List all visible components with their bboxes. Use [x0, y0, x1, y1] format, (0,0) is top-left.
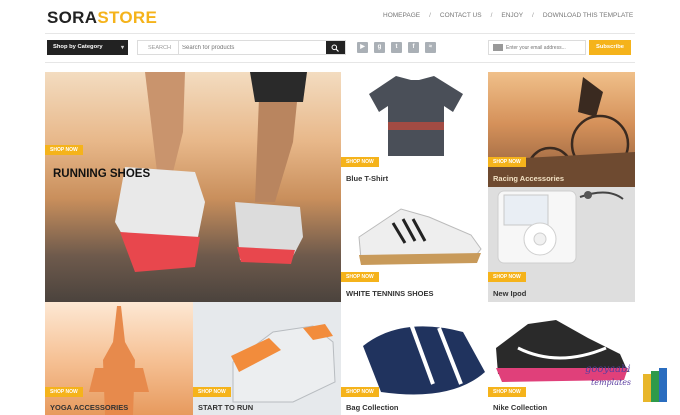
search-label: SEARCH [148, 45, 171, 51]
nav-enjoy[interactable]: ENJOY [501, 12, 523, 19]
tile-start-to-run[interactable]: SHOP NOW START TO RUN [193, 302, 341, 415]
cyclist-image [488, 77, 635, 187]
shop-now-badge[interactable]: SHOP NOW [341, 387, 379, 397]
tennis-shoe-image [358, 208, 482, 265]
shop-now-badge[interactable]: SHOP NOW [341, 157, 379, 167]
search-button[interactable] [326, 41, 345, 54]
nav-separator: / [490, 12, 493, 19]
tile-title: START TO RUN [198, 403, 254, 412]
running-shoes-image [115, 72, 307, 272]
subscribe-button[interactable]: Subscribe [589, 40, 631, 55]
tile-title: Nike Collection [493, 403, 548, 412]
tile-racing-accessories[interactable]: SHOP NOW Racing Accessories [488, 72, 635, 187]
tile-title: Blue T-Shirt [346, 174, 389, 183]
shop-now-badge[interactable]: SHOP NOW [488, 157, 526, 167]
nav-homepage[interactable]: HOMEPAGE [383, 12, 420, 19]
tshirt-image [369, 76, 463, 156]
nav-separator: / [429, 12, 431, 19]
nike-shoe-image [496, 320, 628, 382]
logo-part1: SORA [47, 8, 98, 27]
twitter-icon[interactable]: t [391, 42, 402, 53]
book-logo-icon [643, 368, 667, 402]
watermark-text: gooyaabi [585, 364, 631, 375]
rss-icon[interactable]: ≈ [425, 42, 436, 53]
shop-now-badge[interactable]: SHOP NOW [45, 145, 83, 155]
nav-download-template[interactable]: DOWNLOAD THIS TEMPLATE [543, 12, 633, 19]
facebook-icon[interactable]: f [408, 42, 419, 53]
nav-separator: / [532, 12, 534, 19]
tile-nike-collection[interactable]: SHOP NOW Nike Collection [488, 302, 635, 415]
page: SORASTORE HOMEPAGE / CONTACT US / ENJOY … [0, 0, 680, 415]
tile-new-ipod[interactable]: SHOP NOW New Ipod [488, 187, 635, 302]
chevron-down-icon: ▾ [120, 45, 124, 51]
tile-yoga-accessories[interactable]: SHOP NOW YOGA ACCESSORIES [45, 302, 193, 415]
category-dropdown[interactable]: Shop by Category ▾ [47, 40, 128, 55]
category-label: Shop by Category [53, 44, 103, 50]
youtube-icon[interactable]: ▶ [357, 42, 368, 53]
search-divider [178, 41, 179, 54]
tile-running-shoes[interactable]: SHOP NOW RUNNING SHOES [45, 72, 341, 302]
shop-now-badge[interactable]: SHOP NOW [193, 387, 231, 397]
google-plus-icon[interactable]: g [374, 42, 385, 53]
nav-contact-us[interactable]: CONTACT US [440, 12, 482, 19]
watermark-subtext: templates [591, 378, 632, 387]
logo-part2: STORE [97, 8, 158, 27]
envelope-icon [493, 44, 503, 51]
toolbar-divider [45, 62, 635, 63]
tile-title: RUNNING SHOES [53, 168, 151, 180]
newsletter-box [488, 40, 586, 55]
running-shoe-image [231, 324, 336, 403]
tile-title: Bag Collection [346, 403, 399, 412]
yoga-image [89, 306, 149, 415]
tile-title: WHITE TENNINS SHOES [346, 289, 434, 298]
duffel-bag-image [363, 312, 485, 395]
tile-title: Racing Accessories [493, 174, 565, 183]
top-navigation: HOMEPAGE / CONTACT US / ENJOY / DOWNLOAD… [383, 12, 633, 19]
shop-now-badge[interactable]: SHOP NOW [488, 272, 526, 282]
shop-now-badge[interactable]: SHOP NOW [341, 272, 379, 282]
search-icon [331, 44, 339, 52]
tile-white-tennis-shoes[interactable]: SHOP NOW WHITE TENNINS SHOES [341, 187, 488, 302]
tile-title: YOGA ACCESSORIES [50, 403, 129, 412]
shop-now-badge[interactable]: SHOP NOW [488, 387, 526, 397]
tile-bag-collection[interactable]: SHOP NOW Bag Collection [341, 302, 488, 415]
header-divider [45, 33, 635, 34]
search-box: SEARCH [137, 40, 346, 55]
search-input[interactable] [182, 42, 324, 53]
site-logo[interactable]: SORASTORE [47, 8, 157, 28]
ipod-image [497, 190, 624, 264]
shop-now-badge[interactable]: SHOP NOW [45, 387, 83, 397]
tile-blue-tshirt[interactable]: SHOP NOW Blue T-Shirt [341, 72, 488, 187]
email-field[interactable] [506, 43, 584, 53]
tile-title: New Ipod [493, 289, 527, 298]
